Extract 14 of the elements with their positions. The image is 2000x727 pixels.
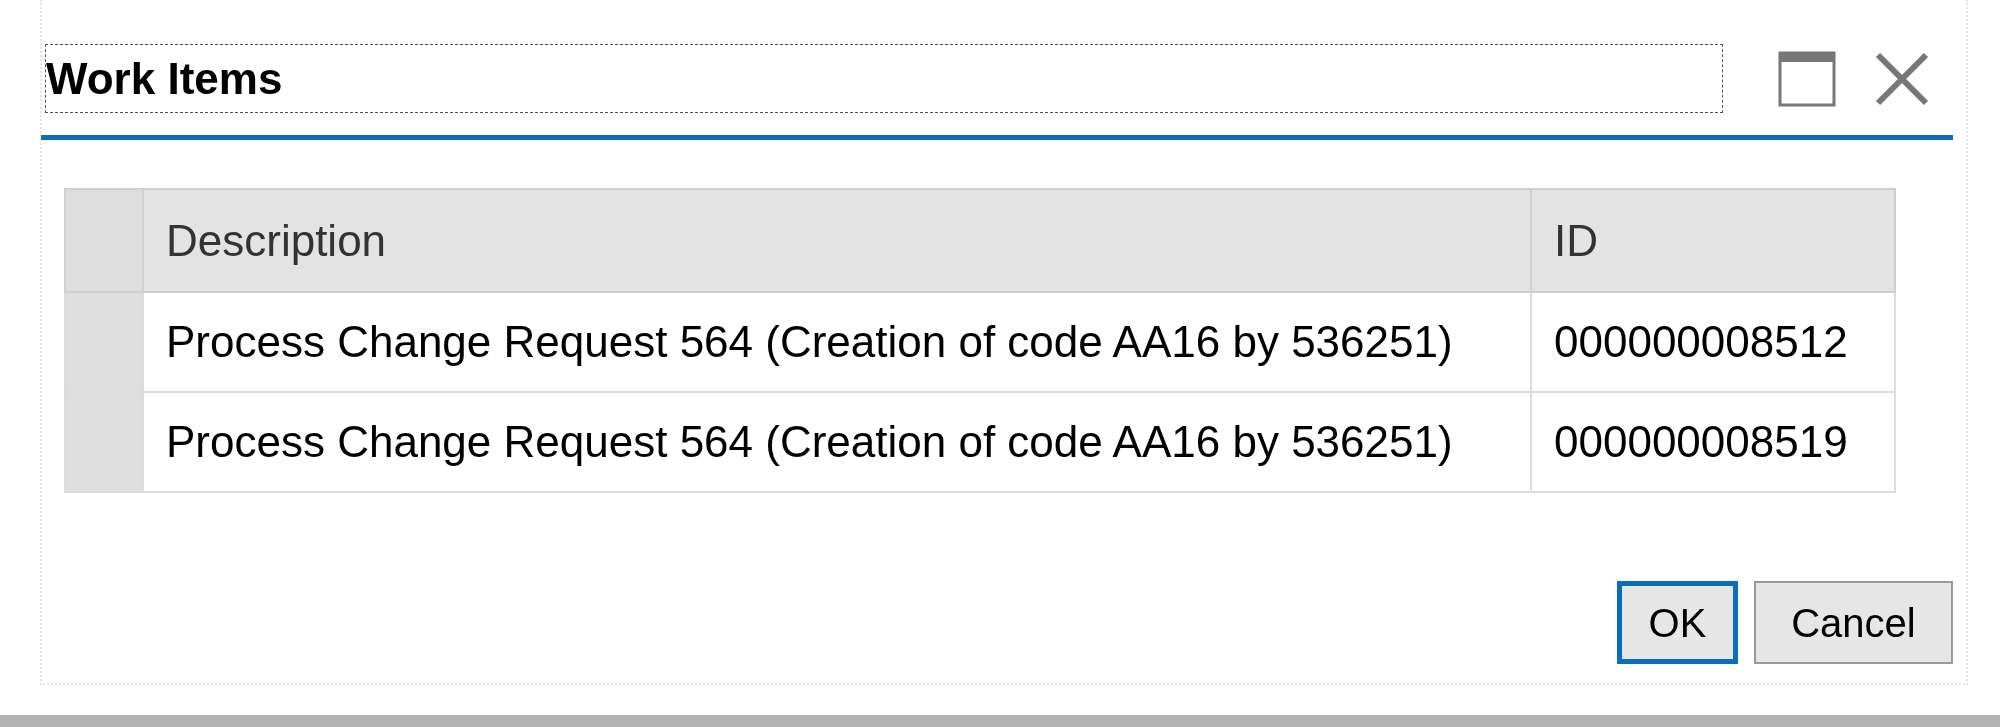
table-cell: 000000008512 [1531, 292, 1895, 392]
column-header[interactable]: ID [1531, 189, 1895, 292]
row-selector-header[interactable] [65, 189, 143, 292]
cancel-button[interactable]: Cancel [1754, 581, 1953, 664]
row-selector[interactable] [65, 392, 143, 492]
window-title: Work Items [45, 44, 1723, 113]
table-cell: Process Change Request 564 (Creation of code AA16 by 536251) [143, 292, 1531, 392]
close-icon[interactable] [1874, 50, 1930, 107]
row-selector[interactable] [65, 292, 143, 392]
maximize-icon[interactable] [1778, 50, 1836, 107]
ok-button[interactable]: OK [1617, 581, 1738, 664]
table-cell: 000000008519 [1531, 392, 1895, 492]
column-header[interactable]: Description [143, 189, 1531, 292]
table-cell: Process Change Request 564 (Creation of code AA16 by 536251) [143, 392, 1531, 492]
